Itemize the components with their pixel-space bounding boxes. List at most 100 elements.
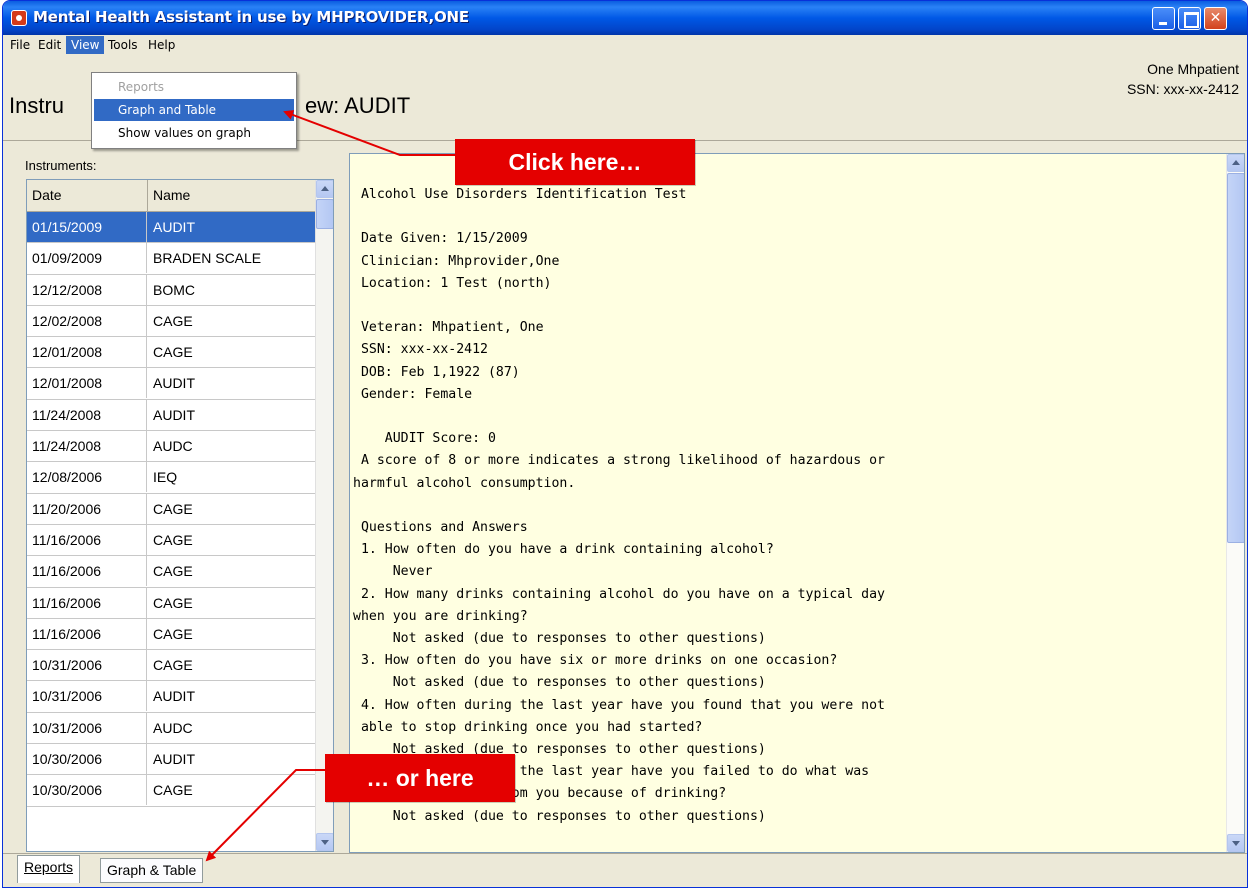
- table-row[interactable]: 10/31/2006 AUDIT: [27, 681, 315, 713]
- row-date: 12/02/2008: [27, 305, 147, 336]
- report-line: Gender: Female: [353, 386, 473, 402]
- row-name: AUDIT: [153, 375, 195, 392]
- row-name: CAGE: [153, 625, 193, 642]
- menu-item-reports[interactable]: Reports: [94, 76, 294, 98]
- row-date: 11/20/2006: [27, 493, 147, 524]
- maximize-button[interactable]: [1178, 7, 1201, 30]
- report-line: [353, 406, 885, 428]
- row-date: 10/30/2006: [27, 744, 147, 775]
- instruments-list[interactable]: Date Name 01/15/2009 AUDIT 01/09/2009 BRADE…: [26, 179, 334, 852]
- scroll-down-arrow-icon[interactable]: [316, 833, 333, 851]
- menu-file[interactable]: File: [5, 36, 35, 54]
- table-row[interactable]: 01/09/2009 BRADEN SCALE: [27, 243, 315, 275]
- patient-name: One Mhpatient: [1147, 61, 1239, 77]
- scroll-thumb[interactable]: [1227, 173, 1244, 543]
- scroll-up-arrow-icon[interactable]: [1227, 154, 1244, 172]
- table-row[interactable]: 10/31/2006 AUDC: [27, 712, 315, 745]
- minimize-button[interactable]: [1152, 7, 1175, 30]
- menu-help[interactable]: Help: [143, 36, 180, 54]
- row-name: CAGE: [153, 657, 193, 674]
- table-row[interactable]: 11/16/2006 CAGE: [27, 556, 315, 588]
- report-line: [353, 495, 885, 517]
- report-line: Alcohol Use Disorders Identification Tes…: [353, 187, 687, 202]
- row-name: CAGE: [153, 594, 193, 611]
- table-row[interactable]: 12/01/2008 CAGE: [27, 337, 315, 369]
- row-name: AUDC: [153, 438, 193, 455]
- scroll-down-arrow-icon[interactable]: [1227, 834, 1244, 852]
- report-line: Veteran: Mhpatient, One: [353, 320, 544, 336]
- scroll-thumb[interactable]: [316, 199, 333, 229]
- report-line: Not asked (due to responses to other que…: [353, 808, 766, 824]
- table-row[interactable]: 11/16/2006 CAGE: [27, 587, 315, 619]
- row-name: CAGE: [153, 312, 193, 329]
- report-line: SSN: xxx-xx-2412: [353, 342, 488, 358]
- report-line: [353, 206, 885, 228]
- menu-bar: File Edit View Tools Help: [3, 35, 1247, 55]
- report-scrollbar[interactable]: [1226, 154, 1244, 852]
- tab-graph-table[interactable]: Graph & Table: [100, 858, 204, 883]
- table-row[interactable]: 01/15/2009 AUDIT: [27, 212, 315, 244]
- tab-strip: Reports Graph & Table: [3, 853, 1247, 887]
- instruments-scrollbar[interactable]: [315, 180, 333, 851]
- table-row[interactable]: 11/16/2006 CAGE: [27, 524, 315, 557]
- instrument-rows: 01/15/2009 AUDIT 01/09/2009 BRADEN SCALE 12/…: [27, 212, 315, 807]
- row-date: 11/16/2006: [27, 524, 147, 555]
- row-name: AUDIT: [153, 688, 195, 705]
- app-icon[interactable]: [11, 10, 27, 26]
- callout-or-here: … or here: [325, 754, 515, 802]
- menu-item-graph-and-table[interactable]: Graph and Table: [94, 99, 294, 121]
- menu-item-show-values-on-graph[interactable]: Show values on graph: [94, 122, 294, 144]
- instruments-panel: Instruments: Date Name 01/15/2009 AUDIT 01…: [23, 157, 335, 852]
- menu-view[interactable]: View: [66, 36, 105, 54]
- table-row[interactable]: 11/24/2008 AUDIT: [27, 399, 315, 432]
- table-row[interactable]: 11/16/2006 CAGE: [27, 618, 315, 651]
- row-name: BRADEN SCALE: [153, 250, 262, 267]
- table-row[interactable]: 12/08/2006 IEQ: [27, 462, 315, 494]
- row-date: 11/24/2008: [27, 431, 147, 462]
- table-row[interactable]: 10/30/2006 CAGE: [27, 775, 315, 807]
- row-date: 11/24/2008: [27, 399, 147, 430]
- column-header-name[interactable]: Name: [148, 180, 315, 211]
- report-line: Date Given: 1/15/2009: [353, 231, 528, 247]
- report-line: AUDIT Score: 0: [353, 431, 496, 447]
- report-line: DOB: Feb 1,1922 (87): [353, 364, 520, 380]
- report-view[interactable]: Alcohol Use Disorders Identification Tes…: [349, 153, 1245, 853]
- table-row[interactable]: 12/01/2008 AUDIT: [27, 368, 315, 400]
- table-row[interactable]: 12/12/2008 BOMC: [27, 274, 315, 306]
- tab-graph-table-label: Graph & Table: [107, 862, 197, 878]
- table-row[interactable]: 11/20/2006 CAGE: [27, 493, 315, 525]
- report-line: 3. How often do you have six or more dri…: [353, 653, 838, 669]
- row-date: 10/31/2006: [27, 650, 147, 681]
- row-date: 11/16/2006: [27, 587, 147, 618]
- report-line: able to stop drinking once you had start…: [353, 719, 703, 735]
- row-name: CAGE: [153, 563, 193, 580]
- report-line: Questions and Answers: [353, 519, 528, 535]
- table-row[interactable]: 10/30/2006 AUDIT: [27, 744, 315, 776]
- menu-edit[interactable]: Edit: [33, 36, 66, 54]
- report-line: harmful alcohol consumption.: [353, 475, 576, 491]
- table-row[interactable]: 10/31/2006 CAGE: [27, 650, 315, 682]
- row-date: 11/16/2006: [27, 618, 147, 649]
- row-name: CAGE: [153, 531, 193, 548]
- list-header: Date Name: [27, 180, 315, 212]
- row-date: 12/12/2008: [27, 274, 147, 305]
- table-row[interactable]: 12/02/2008 CAGE: [27, 305, 315, 338]
- menu-tools[interactable]: Tools: [103, 36, 143, 54]
- title-prefix: Instru: [9, 93, 65, 118]
- row-date: 10/31/2006: [27, 681, 147, 712]
- report-line: Not asked (due to responses to other que…: [353, 675, 766, 691]
- report-line: A score of 8 or more indicates a strong …: [353, 453, 885, 469]
- column-header-date[interactable]: Date: [27, 180, 148, 211]
- scroll-up-arrow-icon[interactable]: [316, 180, 333, 198]
- instrument-title: Instru ew: AUDIT: [9, 93, 410, 119]
- table-row[interactable]: 11/24/2008 AUDC: [27, 431, 315, 463]
- close-button[interactable]: ✕: [1204, 7, 1227, 30]
- row-name: BOMC: [153, 281, 195, 298]
- title-bar[interactable]: Mental Health Assistant in use by MHPROV…: [3, 1, 1247, 35]
- row-name: IEQ: [153, 469, 178, 486]
- tab-reports[interactable]: Reports: [17, 855, 81, 883]
- row-date: 10/30/2006: [27, 775, 147, 806]
- report-text: Alcohol Use Disorders Identification Tes…: [353, 184, 885, 828]
- row-date: 12/08/2006: [27, 462, 147, 493]
- panel-splitter[interactable]: [338, 153, 348, 853]
